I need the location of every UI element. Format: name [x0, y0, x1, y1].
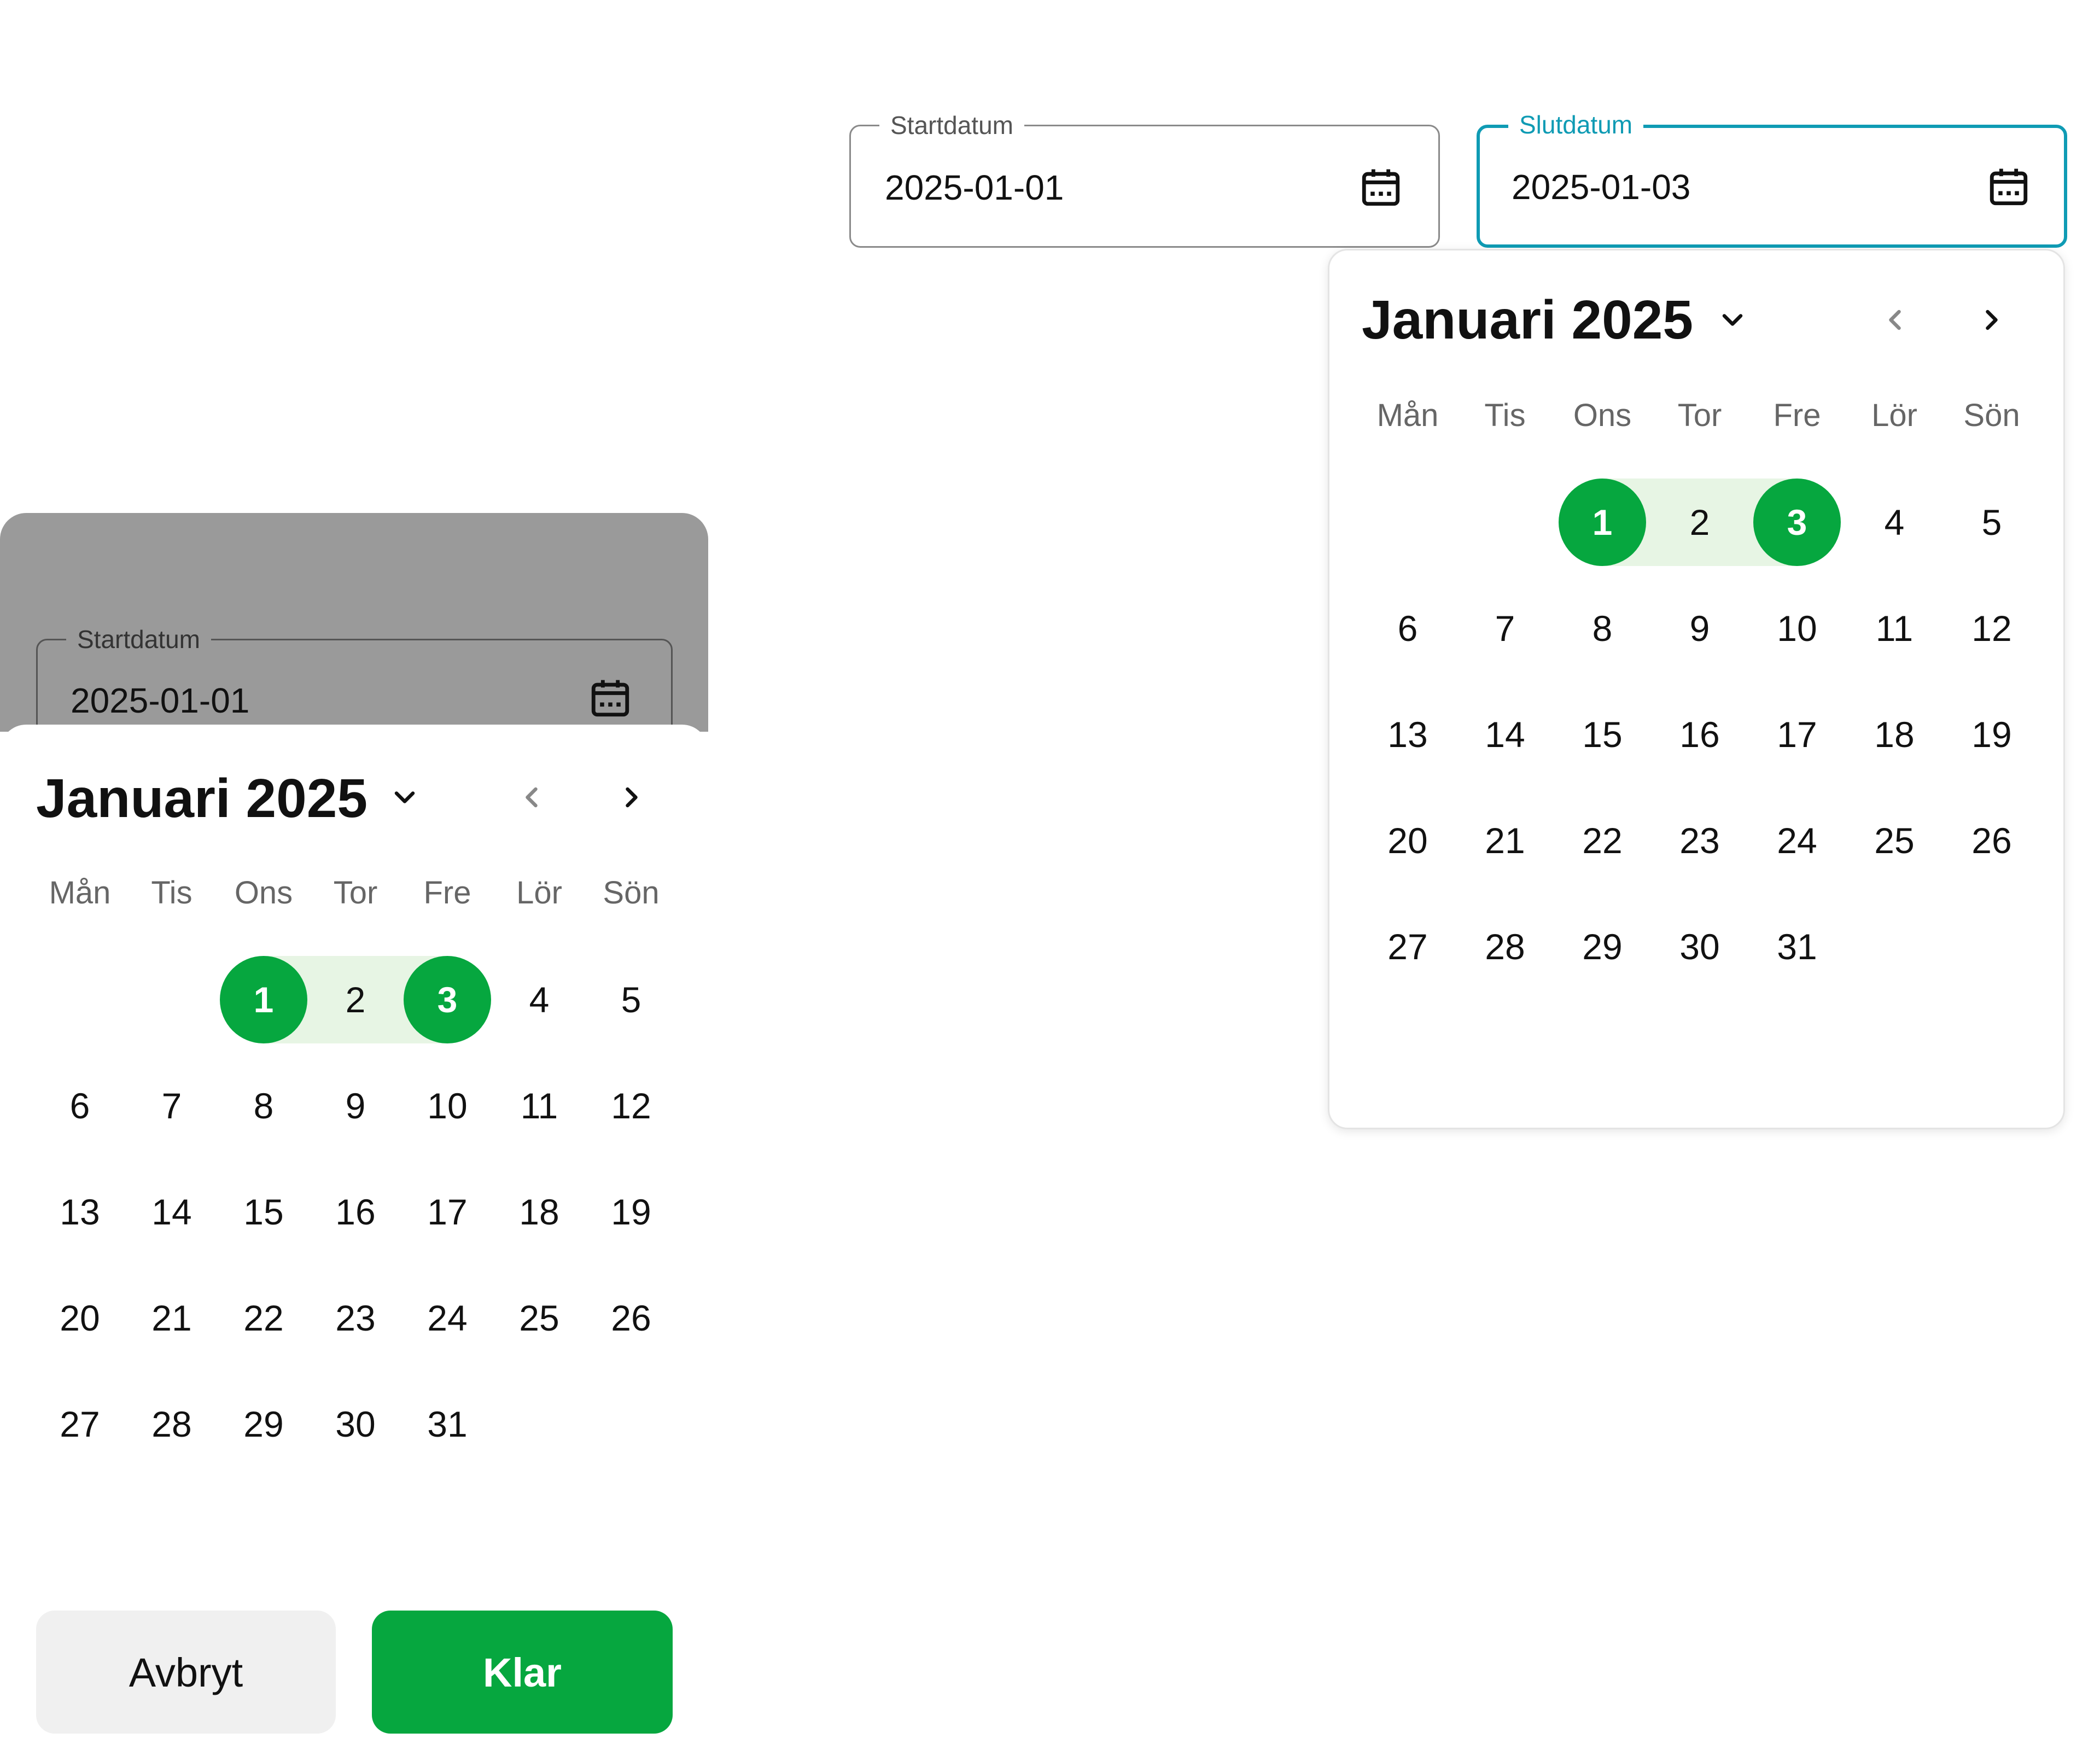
weekday-header: Tis [151, 875, 192, 911]
weekday-header: Sön [1963, 398, 2020, 433]
calendar-day-selected[interactable]: 1 [214, 956, 313, 1043]
calendar-day-selected[interactable]: 1 [1553, 479, 1652, 566]
calendar-day[interactable]: 4 [1845, 479, 1944, 566]
calendar-day[interactable]: 15 [214, 1168, 313, 1256]
calendar-day[interactable]: 13 [31, 1168, 129, 1256]
weekday-header: Sön [603, 875, 660, 911]
calendar-day[interactable]: 14 [122, 1168, 221, 1256]
weekday-header: Lör [516, 875, 562, 911]
calendar-day[interactable]: 30 [1650, 903, 1749, 990]
calendar-day[interactable]: 5 [582, 956, 680, 1043]
calendar-day[interactable]: 12 [1942, 585, 2041, 672]
calendar-day[interactable]: 5 [1942, 479, 2041, 566]
weekday-header: Mån [1376, 398, 1439, 433]
calendar-day[interactable]: 2 [306, 956, 405, 1043]
month-year-label: Januari 2025 [36, 768, 368, 829]
cancel-button[interactable]: Avbryt [36, 1611, 336, 1734]
calendar-day[interactable]: 14 [1456, 691, 1554, 778]
end-date-label: Slutdatum [1508, 109, 1644, 140]
calendar-day[interactable]: 10 [398, 1062, 497, 1150]
calendar-day[interactable]: 18 [1845, 691, 1944, 778]
calendar-day[interactable]: 6 [31, 1062, 129, 1150]
calendar-day[interactable]: 28 [122, 1380, 221, 1468]
calendar-day[interactable]: 16 [306, 1168, 405, 1256]
weekday-header: Ons [234, 875, 293, 911]
calendar-day[interactable]: 11 [490, 1062, 588, 1150]
calendar-day[interactable]: 22 [1553, 797, 1652, 884]
chevron-left-icon[interactable] [515, 781, 548, 814]
calendar-day[interactable]: 20 [31, 1274, 129, 1362]
month-year-label: Januari 2025 [1362, 289, 1693, 351]
calendar-day[interactable]: 8 [1553, 585, 1652, 672]
weekday-header: Mån [49, 875, 111, 911]
calendar-day[interactable]: 9 [306, 1062, 405, 1150]
calendar-icon[interactable] [1986, 164, 2031, 209]
calendar-day[interactable]: 2 [1650, 479, 1749, 566]
calendar-day[interactable]: 20 [1358, 797, 1457, 884]
calendar-day[interactable]: 27 [1358, 903, 1457, 990]
calendar-day[interactable]: 7 [1456, 585, 1554, 672]
calendar-day[interactable]: 23 [1650, 797, 1749, 884]
calendar-day[interactable]: 6 [1358, 585, 1457, 672]
weekday-header: Lör [1871, 398, 1917, 433]
calendar-day[interactable]: 28 [1456, 903, 1554, 990]
weekday-header: Tor [333, 875, 378, 911]
start-date-field[interactable]: Startdatum 2025-01-01 [849, 110, 1440, 248]
chevron-down-icon[interactable] [388, 781, 421, 814]
calendar-day[interactable]: 19 [582, 1168, 680, 1256]
calendar-day[interactable]: 26 [1942, 797, 2041, 884]
calendar-day[interactable]: 8 [214, 1062, 313, 1150]
calendar-day[interactable]: 21 [1456, 797, 1554, 884]
weekday-header: Ons [1573, 398, 1632, 433]
calendar-day[interactable]: 9 [1650, 585, 1749, 672]
weekday-header: Tor [1677, 398, 1722, 433]
mobile-start-date-label: Startdatum [66, 624, 211, 655]
calendar-day[interactable]: 21 [122, 1274, 221, 1362]
calendar-day[interactable]: 15 [1553, 691, 1652, 778]
calendar-day[interactable]: 25 [490, 1274, 588, 1362]
calendar-day[interactable]: 22 [214, 1274, 313, 1362]
done-button[interactable]: Klar [372, 1611, 673, 1734]
calendar-day[interactable]: 13 [1358, 691, 1457, 778]
calendar-day[interactable]: 17 [398, 1168, 497, 1256]
chevron-down-icon[interactable] [1716, 304, 1749, 336]
calendar-day[interactable]: 29 [1553, 903, 1652, 990]
calendar-day[interactable]: 27 [31, 1380, 129, 1468]
calendar-day[interactable]: 29 [214, 1380, 313, 1468]
calendar-day[interactable]: 17 [1748, 691, 1846, 778]
calendar-day[interactable]: 30 [306, 1380, 405, 1468]
calendar-day[interactable]: 4 [490, 956, 588, 1043]
calendar-day[interactable]: 24 [1748, 797, 1846, 884]
weekday-header: Fre [423, 875, 471, 911]
calendar-icon[interactable] [1358, 165, 1403, 209]
calendar-day[interactable]: 26 [582, 1274, 680, 1362]
calendar-day[interactable]: 19 [1942, 691, 2041, 778]
calendar-day[interactable]: 11 [1845, 585, 1944, 672]
calendar-day[interactable]: 7 [122, 1062, 221, 1150]
calendar-day[interactable]: 23 [306, 1274, 405, 1362]
chevron-left-icon[interactable] [1879, 304, 1911, 336]
start-date-value: 2025-01-01 [885, 168, 1064, 207]
weekday-header: Tis [1484, 398, 1526, 433]
calendar-day[interactable]: 24 [398, 1274, 497, 1362]
desktop-calendar-popup [1328, 249, 2065, 1129]
calendar-day[interactable]: 31 [398, 1380, 497, 1468]
calendar-day[interactable]: 10 [1748, 585, 1846, 672]
calendar-day-selected[interactable]: 3 [398, 956, 497, 1043]
chevron-right-icon[interactable] [1975, 304, 2008, 336]
start-date-label: Startdatum [879, 110, 1024, 141]
calendar-icon[interactable] [588, 675, 633, 720]
end-date-value: 2025-01-03 [1512, 167, 1691, 207]
chevron-right-icon[interactable] [615, 781, 648, 814]
weekday-header: Fre [1773, 398, 1821, 433]
calendar-day[interactable]: 16 [1650, 691, 1749, 778]
calendar-day[interactable]: 31 [1748, 903, 1846, 990]
mobile-start-date-value: 2025-01-01 [71, 681, 250, 720]
calendar-day[interactable]: 12 [582, 1062, 680, 1150]
calendar-day-selected[interactable]: 3 [1748, 479, 1846, 566]
calendar-day[interactable]: 25 [1845, 797, 1944, 884]
end-date-field[interactable]: Slutdatum 2025-01-03 [1477, 109, 2067, 248]
calendar-day[interactable]: 18 [490, 1168, 588, 1256]
